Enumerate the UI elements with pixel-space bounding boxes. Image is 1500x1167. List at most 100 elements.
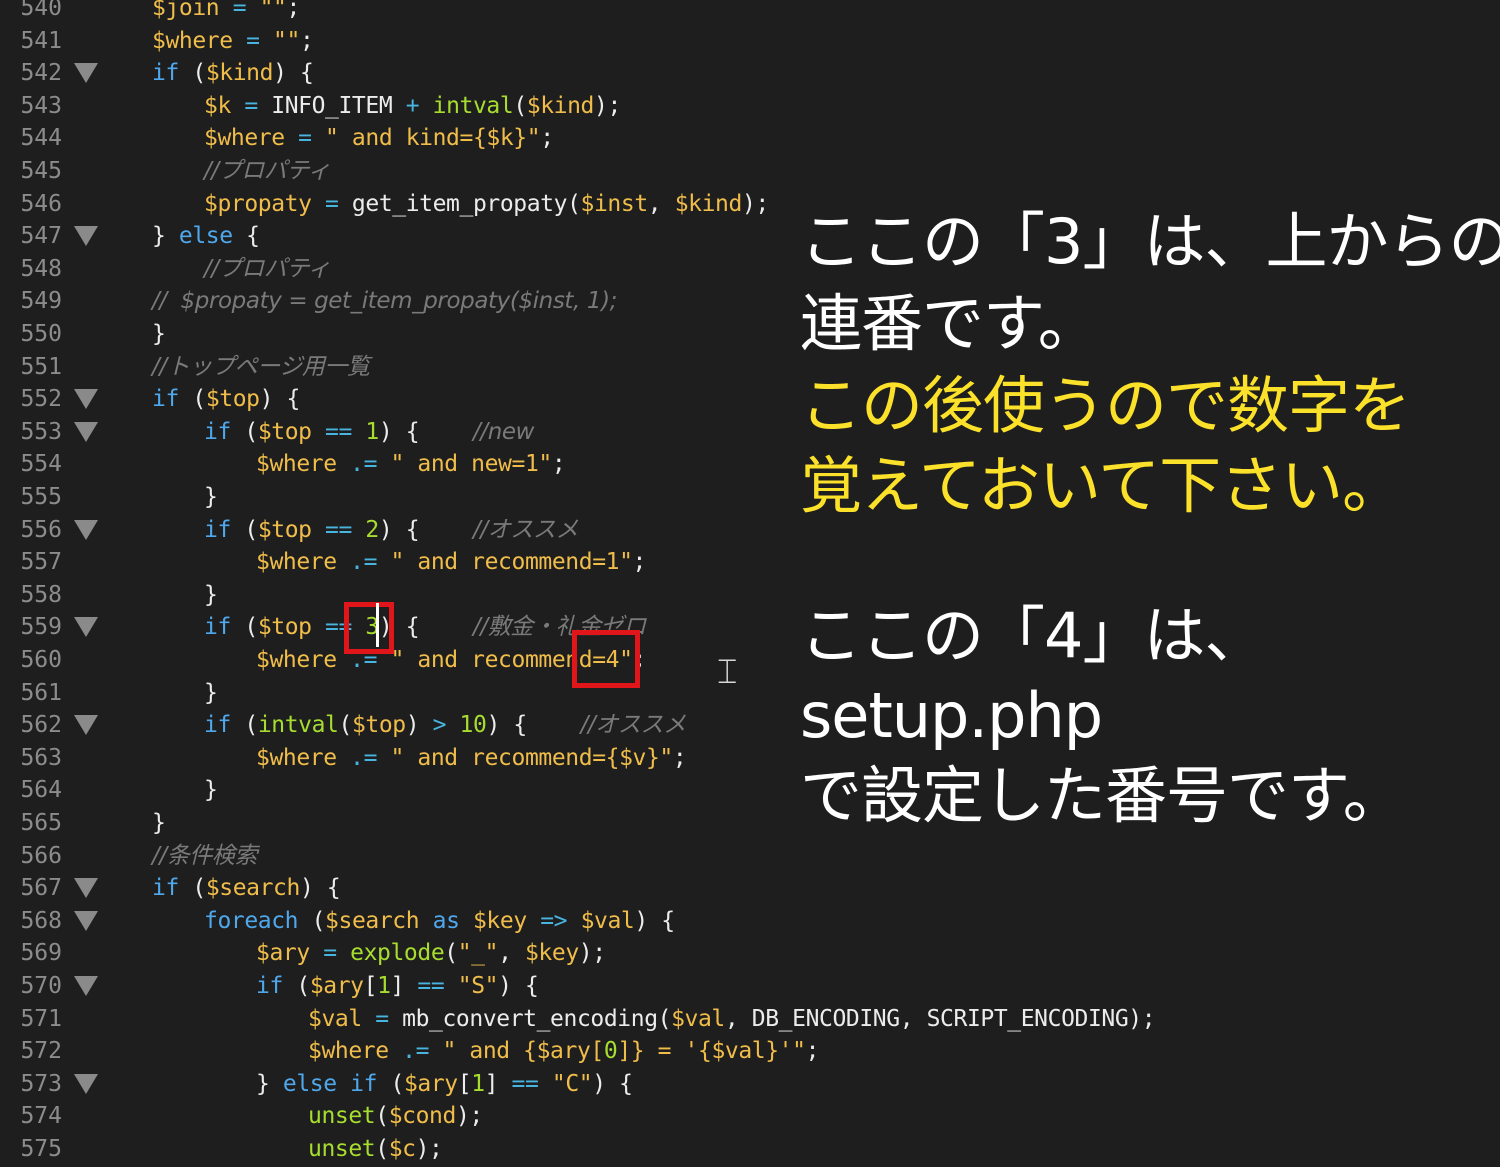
code-text: //条件検索	[152, 840, 258, 872]
code-line[interactable]: 541 $where = "";	[0, 25, 1500, 57]
code-line[interactable]: 570 if ($ary[1] == "S") {	[0, 970, 1500, 1002]
code-line[interactable]: 573} else if ($ary[1] == "C") {	[0, 1068, 1500, 1100]
code-token: =	[284, 125, 326, 152]
code-token: $where	[152, 27, 233, 54]
code-text: $where .= " and {$ary[0]} = '{$val}'";	[308, 1035, 819, 1067]
fold-arrow-icon[interactable]	[74, 1073, 98, 1094]
code-line[interactable]: 550}	[0, 318, 1500, 350]
code-token: {	[232, 223, 260, 250]
code-token: ]} = '{$val}'"	[617, 1038, 806, 1065]
code-line[interactable]: 562 if (intval($top) > 10) { //オススメ	[0, 709, 1500, 741]
code-token: =	[219, 0, 260, 21]
code-text: $where .= " and new=1";	[256, 448, 566, 480]
fold-arrow-icon[interactable]	[74, 617, 98, 638]
line-number: 574	[20, 1103, 62, 1130]
code-line[interactable]: 571 $val = mb_convert_encoding($val, DB_E…	[0, 1003, 1500, 1035]
code-token: .=	[336, 549, 391, 576]
fold-arrow-icon[interactable]	[74, 976, 98, 996]
line-number: 563	[20, 744, 62, 771]
code-line[interactable]: 557 $where .= " and recommend=1";	[0, 546, 1500, 578]
code-token: );	[415, 1136, 443, 1162]
code-text: //トップページ用一覧	[152, 351, 370, 383]
code-line[interactable]: 549 // $propaty = get_item_propaty($inst,…	[0, 285, 1500, 317]
code-token: ) {	[498, 973, 539, 999]
code-token: //プロパティ	[204, 158, 331, 184]
code-token: $ary	[403, 1070, 458, 1097]
code-token: =	[311, 190, 352, 217]
code-token: 0	[603, 1038, 618, 1065]
code-text: $where .= " and recommend=1";	[256, 546, 646, 578]
code-token: intval	[257, 712, 339, 739]
fold-arrow-icon[interactable]	[74, 421, 98, 442]
code-token: if	[256, 973, 283, 999]
code-line[interactable]: 560 $where .= " and recommend=4";	[0, 644, 1500, 676]
code-token: // $propaty = get_item_propaty($inst, 1)…	[152, 288, 618, 315]
code-line[interactable]: 544 $where = " and kind={$k}";	[0, 122, 1500, 154]
code-line[interactable]: 566 //条件検索	[0, 840, 1500, 872]
code-line[interactable]: 542 if ($kind) {	[0, 57, 1500, 89]
line-number: 542	[20, 60, 62, 87]
code-token: $where	[256, 549, 337, 576]
code-line[interactable]: 575 unset($c);	[0, 1133, 1500, 1165]
fold-arrow-icon[interactable]	[74, 389, 98, 410]
code-token: =	[232, 27, 274, 54]
annotation-line-7: で設定した番号です。	[800, 759, 1405, 832]
code-editor[interactable]: 540 $join = ""; 541 $where = ""; 542 if ($kin…	[0, 0, 1500, 1167]
code-token: $cond	[388, 1103, 457, 1130]
code-text: unset($c);	[308, 1133, 443, 1165]
code-token: //オススメ	[473, 516, 579, 543]
code-text: $ary = explode("_", $key);	[256, 937, 606, 969]
code-line[interactable]: 545 //プロパティ	[0, 155, 1500, 187]
code-line[interactable]: 559 if ($top == 3) { //敷金・礼金ゼロ	[0, 611, 1500, 643]
code-line[interactable]: 568 foreach ($search as $key => $val) {	[0, 905, 1500, 937]
code-token: //プロパティ	[204, 255, 331, 282]
fold-arrow-icon[interactable]	[74, 878, 98, 899]
code-text: $k = INFO_ITEM + intval($kind);	[204, 90, 621, 122]
code-token: }	[204, 777, 218, 804]
code-line[interactable]: 572 $where .= " and {$ary[0]} = '{$val}'"…	[0, 1035, 1500, 1067]
code-line[interactable]: 574 unset($cond);	[0, 1100, 1500, 1132]
fold-arrow-icon[interactable]	[74, 910, 98, 931]
code-line[interactable]: 558}	[0, 579, 1500, 611]
fold-arrow-icon[interactable]	[74, 519, 98, 540]
code-text: //プロパティ	[204, 155, 331, 187]
code-line[interactable]: 561}	[0, 677, 1500, 709]
code-line[interactable]: 540 $join = "";	[0, 0, 1500, 24]
fold-arrow-icon[interactable]	[74, 715, 98, 736]
code-token: 1	[365, 418, 379, 445]
annotation-line-4: 覚えておいて下さい。	[800, 449, 1404, 522]
code-token: (	[230, 418, 258, 445]
code-line[interactable]: 543 $k = INFO_ITEM + intval($kind);	[0, 90, 1500, 122]
code-token: (	[282, 973, 310, 999]
code-text: }	[152, 318, 166, 350]
code-token: //new	[473, 418, 535, 445]
code-token: ) {	[486, 712, 581, 739]
code-token: if	[152, 60, 179, 87]
code-token: ) {	[273, 60, 314, 87]
fold-arrow-icon[interactable]	[74, 63, 98, 84]
code-token: [	[457, 1070, 472, 1097]
code-token: $ary	[309, 973, 364, 999]
line-number: 544	[20, 125, 62, 152]
code-token: $top	[257, 516, 312, 543]
line-number: 572	[20, 1038, 62, 1065]
code-line[interactable]: 567 if ($search) {	[0, 872, 1500, 904]
code-text: if ($top) {	[152, 383, 300, 415]
annotation-line-6: setup.php	[800, 679, 1103, 752]
code-text: unset($cond);	[308, 1100, 483, 1132]
line-number: 561	[20, 679, 62, 706]
code-token: mb_convert_encoding(	[402, 1005, 672, 1032]
code-token: $propaty	[204, 190, 312, 217]
code-token: =	[230, 92, 272, 119]
code-token: .=	[336, 744, 391, 771]
code-token: "C"	[551, 1070, 593, 1097]
code-token: 2	[365, 516, 379, 543]
code-token: 1	[471, 1070, 485, 1097]
code-line[interactable]: 569 $ary = explode("_", $key);	[0, 937, 1500, 969]
code-token: (	[375, 1136, 389, 1162]
code-token: (	[513, 92, 527, 119]
fold-arrow-icon[interactable]	[74, 226, 98, 247]
code-token: ==	[311, 418, 366, 445]
code-token: );	[455, 1103, 483, 1130]
code-token: //条件検索	[152, 842, 258, 869]
